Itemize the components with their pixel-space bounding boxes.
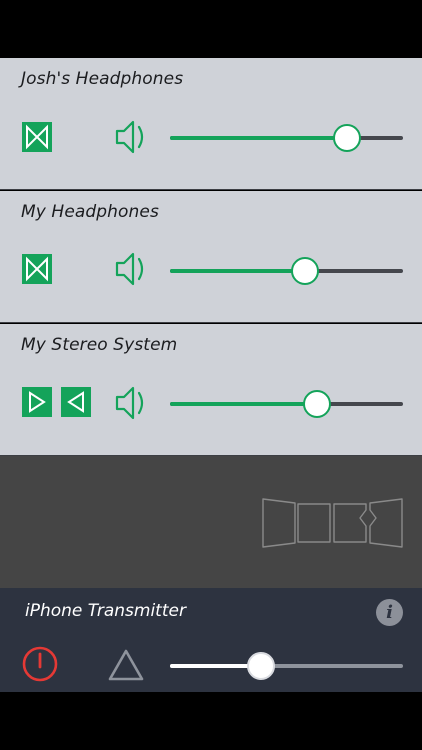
device-name: Josh's Headphones xyxy=(21,69,184,89)
transmitter-volume-thumb[interactable] xyxy=(247,652,275,680)
device-name: My Headphones xyxy=(21,202,159,222)
room-panels-icon xyxy=(262,498,403,548)
info-icon[interactable]: i xyxy=(376,599,403,626)
speaker-icon[interactable] xyxy=(114,383,148,423)
volume-slider-thumb[interactable] xyxy=(303,390,331,418)
warning-triangle-icon[interactable] xyxy=(107,648,145,682)
speaker-icon[interactable] xyxy=(114,249,148,289)
stereo-headphones-icon[interactable] xyxy=(22,254,52,284)
speaker-icon[interactable] xyxy=(114,117,148,157)
device-name: My Stereo System xyxy=(21,335,178,355)
volume-slider[interactable] xyxy=(170,257,403,285)
transmitter-panel: iPhone Transmitter i xyxy=(0,588,422,692)
device-row-joshs-headphones: Josh's Headphones xyxy=(0,58,422,190)
volume-slider-thumb[interactable] xyxy=(333,124,361,152)
power-icon[interactable] xyxy=(21,645,59,683)
empty-device-area xyxy=(0,456,422,588)
device-row-my-stereo-system: My Stereo System xyxy=(0,324,422,456)
top-bar xyxy=(0,0,422,58)
volume-slider-thumb[interactable] xyxy=(291,257,319,285)
volume-slider[interactable] xyxy=(170,124,403,152)
volume-slider[interactable] xyxy=(170,390,403,418)
stereo-headphones-icon[interactable] xyxy=(22,122,52,152)
left-speaker-icon[interactable] xyxy=(61,387,91,417)
volume-slider-fill xyxy=(170,402,317,406)
transmitter-volume-slider[interactable] xyxy=(170,652,403,680)
right-speaker-icon[interactable] xyxy=(22,387,52,417)
device-row-my-headphones: My Headphones xyxy=(0,191,422,323)
volume-slider-fill xyxy=(170,136,347,140)
transmitter-title: iPhone Transmitter xyxy=(25,601,186,621)
bottom-bar xyxy=(0,692,422,750)
volume-slider-fill xyxy=(170,269,305,273)
